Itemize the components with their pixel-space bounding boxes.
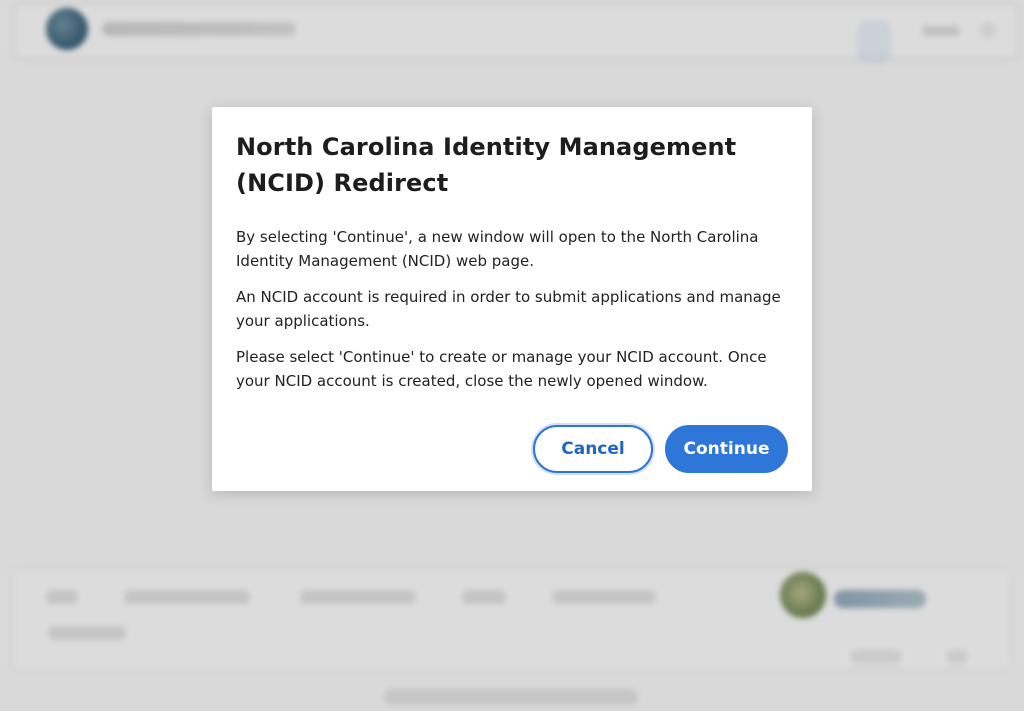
modal-title: North Carolina Identity Management (NCID…: [236, 133, 737, 197]
app-page: North Carolina Identity Management (NCID…: [0, 0, 1024, 711]
modal-paragraph: By selecting 'Continue', a new window wi…: [236, 228, 759, 270]
modal-paragraph: An NCID account is required in order to …: [236, 288, 781, 330]
cancel-button[interactable]: Cancel: [533, 425, 653, 473]
ncid-redirect-modal: North Carolina Identity Management (NCID…: [212, 107, 812, 491]
continue-button[interactable]: Continue: [665, 425, 788, 473]
modal-actions: Cancel Continue: [533, 425, 788, 473]
modal-paragraph: Please select 'Continue' to create or ma…: [236, 348, 767, 390]
modal-body: By selecting 'Continue', a new window wi…: [236, 225, 788, 393]
